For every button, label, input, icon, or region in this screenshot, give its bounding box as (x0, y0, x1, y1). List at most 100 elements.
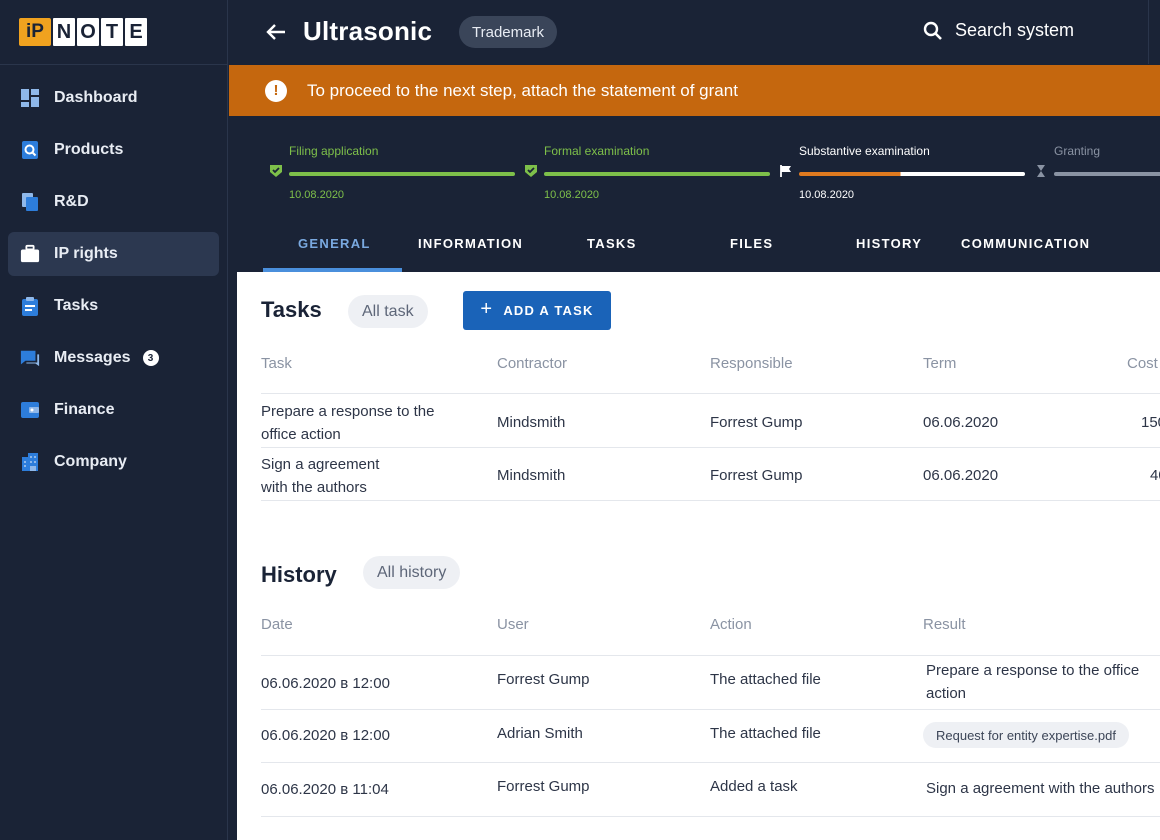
attached-file-chip[interactable]: Request for entity expertise.pdf (923, 722, 1129, 748)
history-user: Adrian Smith (497, 725, 583, 742)
tab-history[interactable]: HISTORY (856, 236, 922, 251)
all-history-button[interactable]: All history (363, 556, 461, 589)
sidebar-item-dashboard[interactable]: Dashboard (8, 76, 219, 120)
sidebar-item-label: Dashboard (54, 89, 138, 106)
sidebar-divider (0, 64, 228, 65)
stage-progress-bar (544, 171, 770, 176)
stage-label: Filing application (289, 144, 379, 158)
tab-communication[interactable]: COMMUNICATION (961, 236, 1090, 251)
task-cost: 40 (1150, 467, 1160, 484)
history-action: Added a task (710, 778, 798, 795)
table-divider (261, 655, 1160, 656)
logo-letter: O (77, 18, 99, 46)
stage-filing-application: Filing application 10.08.2020 (269, 144, 515, 201)
stage-label: Substantive examination (799, 144, 930, 158)
column-header-task: Task (261, 355, 292, 372)
check-shield-icon (269, 164, 283, 183)
stage-label: Formal examination (544, 144, 650, 158)
logo-letter: E (125, 18, 147, 46)
tab-information[interactable]: INFORMATION (418, 236, 523, 251)
stage-granting: Granting (1034, 144, 1160, 189)
alert-banner: ! To proceed to the next step, attach th… (229, 65, 1160, 116)
clipboard-icon (20, 296, 40, 316)
hourglass-icon (1034, 164, 1048, 183)
page-title: Ultrasonic (303, 16, 433, 46)
stage-progress: Filing application 10.08.2020 Formal exa… (229, 116, 1160, 201)
sidebar-item-label: Messages (54, 349, 131, 366)
task-responsible: Forrest Gump (710, 414, 803, 431)
table-divider (261, 500, 1160, 501)
sidebar-item-finance[interactable]: Finance (8, 388, 219, 432)
sidebar-item-label: Finance (54, 401, 115, 418)
warning-icon: ! (265, 79, 287, 102)
task-cost: 150 (1141, 414, 1160, 431)
sidebar-item-messages[interactable]: Messages 3 (8, 336, 219, 380)
products-icon (20, 140, 40, 160)
sidebar-item-label: R&D (54, 193, 89, 210)
column-header-cost: Cost (1127, 355, 1158, 372)
back-arrow-icon[interactable] (265, 21, 287, 43)
all-tasks-button[interactable]: All task (348, 295, 428, 328)
task-name-line: Sign a agreement (261, 456, 380, 473)
search-label: Search system (955, 20, 1075, 40)
history-result-line: action (926, 685, 967, 702)
stage-label: Granting (1054, 144, 1101, 158)
chat-icon (20, 348, 40, 368)
column-header-date: Date (261, 616, 293, 633)
dashboard-icon (20, 88, 40, 108)
sidebar-item-ip-rights[interactable]: IP rights (8, 232, 219, 276)
history-user: Forrest Gump (497, 671, 590, 688)
search-button[interactable]: Search system (923, 20, 1074, 41)
plus-icon: + (480, 298, 494, 320)
history-result-line: Prepare a response to the office (926, 662, 1140, 679)
task-name-line: office action (261, 426, 341, 443)
building-icon (20, 452, 40, 472)
task-name-line: Prepare a response to the (261, 403, 435, 420)
sidebar: iP N O T E Dashboard Products R&D IP rig… (0, 0, 228, 840)
task-name-line: with the authors (261, 479, 367, 496)
header-separator (1148, 0, 1149, 64)
table-divider (261, 447, 1160, 448)
alert-text: To proceed to the next step, attach the … (307, 80, 738, 100)
table-divider (261, 393, 1160, 394)
task-term: 06.06.2020 (923, 467, 999, 484)
stage-progress-bar (799, 171, 1025, 176)
table-divider (261, 709, 1160, 710)
messages-count-badge: 3 (142, 350, 159, 366)
sidebar-item-rnd[interactable]: R&D (8, 180, 219, 224)
tab-files[interactable]: FILES (730, 236, 773, 251)
sidebar-item-tasks[interactable]: Tasks (8, 284, 219, 328)
stage-progress-bar (1054, 171, 1160, 176)
add-task-button[interactable]: + ADD A TASK (463, 291, 611, 330)
tasks-section-title: Tasks (261, 297, 322, 322)
app-logo[interactable]: iP N O T E (19, 18, 147, 46)
task-contractor: Mindsmith (497, 467, 566, 484)
column-header-result: Result (923, 616, 966, 633)
history-action: The attached file (710, 671, 821, 688)
stage-formal-examination: Formal examination 10.08.2020 (524, 144, 770, 201)
history-date: 06.06.2020 в 11:04 (261, 781, 389, 798)
main-content: Tasks All task + ADD A TASK Task Contrac… (237, 272, 1160, 840)
table-divider (261, 816, 1160, 817)
type-chip: Trademark (459, 16, 557, 48)
history-result-line: Sign a agreement with the authors (926, 780, 1155, 797)
tab-tasks[interactable]: TASKS (587, 236, 637, 251)
sidebar-item-products[interactable]: Products (8, 128, 219, 172)
add-task-label: ADD A TASK (503, 303, 594, 318)
sidebar-item-company[interactable]: Company (8, 440, 219, 484)
column-header-action: Action (710, 616, 752, 633)
column-header-responsible: Responsible (710, 355, 793, 372)
column-header-user: User (497, 616, 529, 633)
search-icon (923, 21, 942, 40)
stage-substantive-examination: Substantive examination 10.08.2020 (779, 144, 1025, 201)
logo-ip: iP (19, 18, 51, 46)
flag-icon (779, 164, 793, 183)
sidebar-item-label: Tasks (54, 297, 99, 314)
history-action: The attached file (710, 725, 821, 742)
section-tabs: GENERAL INFORMATION TASKS FILES HISTORY … (229, 200, 1160, 272)
documents-icon (20, 192, 40, 212)
tab-general[interactable]: GENERAL (298, 236, 371, 251)
logo-letter: T (101, 18, 123, 46)
sidebar-item-label: IP rights (54, 245, 118, 262)
column-header-contractor: Contractor (497, 355, 568, 372)
